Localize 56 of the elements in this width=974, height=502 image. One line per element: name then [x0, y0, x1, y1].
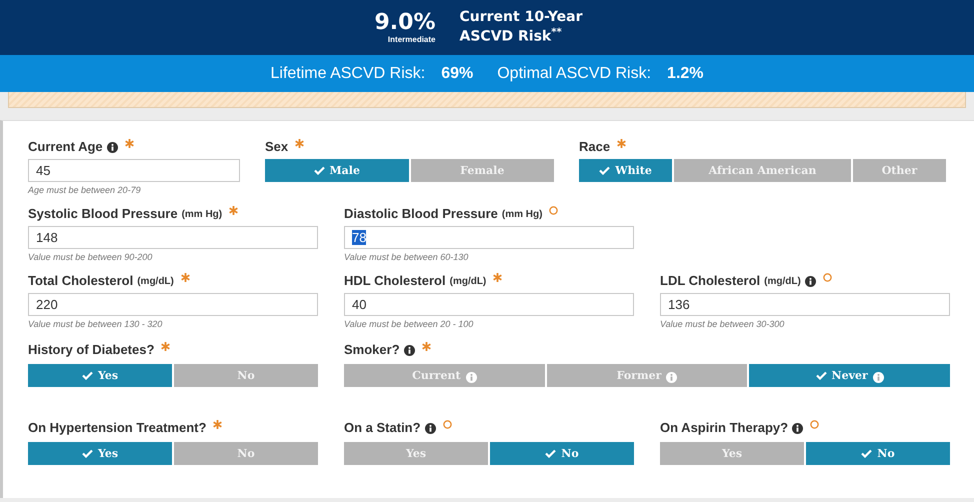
unit-label: (mg/dL): [764, 276, 801, 287]
option-button[interactable]: No: [806, 442, 950, 465]
field-label: Systolic Blood Pressure: [28, 206, 178, 221]
hint-text: Age must be between 20-79: [28, 185, 142, 195]
summary-value: 1.2%: [667, 64, 704, 82]
unit-label: (mg/dL): [137, 276, 174, 287]
info-icon[interactable]: [404, 345, 415, 356]
risk-category: Intermediate: [388, 35, 436, 44]
hint-text: Value must be between 20 - 100: [344, 319, 474, 329]
input-field[interactable]: 78: [344, 226, 634, 249]
field-label: Race: [579, 139, 610, 154]
option-button[interactable]: Yes: [28, 364, 172, 387]
check-icon: [816, 371, 827, 380]
unit-label: (mg/dL): [450, 276, 486, 287]
unit-label: (mm Hg): [502, 209, 542, 220]
option-button[interactable]: No: [490, 442, 634, 465]
summary-label: Optimal ASCVD Risk:: [497, 64, 652, 82]
check-icon: [861, 449, 872, 458]
field-label: Current Age: [28, 139, 103, 154]
info-icon[interactable]: [804, 276, 816, 287]
hint-text: Value must be between 90-200: [28, 252, 154, 262]
info-icon[interactable]: [424, 423, 436, 434]
unit-label: (mm Hg): [182, 209, 222, 220]
field-label: History of Diabetes?: [28, 342, 154, 357]
field-label: Total Cholesterol: [28, 273, 134, 288]
check-icon: [314, 166, 324, 175]
summary-value: 69%: [441, 64, 474, 82]
hint-text: Value must be between 130 - 320: [28, 319, 164, 329]
hint-text: Value must be between 60-130: [344, 252, 470, 262]
field-label: Smoker?: [344, 342, 400, 357]
input-field[interactable]: 220: [28, 293, 318, 316]
hint-text: Value must be between 30-300: [660, 319, 786, 329]
info-icon[interactable]: [792, 423, 804, 434]
input-field[interactable]: 136: [660, 293, 950, 316]
field-label: On Aspirin Therapy?: [660, 420, 788, 435]
risk-title: Current 10-Year ASCVD Risk$^{**}$: [460, 10, 584, 45]
option-button[interactable]: White: [579, 159, 672, 182]
field-label: On Hypertension Treatment?: [28, 420, 206, 435]
input-field[interactable]: 40: [344, 293, 634, 316]
field-label: HDL Cholesterol: [344, 273, 446, 288]
option-button[interactable]: Yes: [28, 442, 172, 465]
check-icon: [545, 449, 556, 458]
check-icon: [82, 371, 93, 380]
field-label: Sex: [265, 139, 288, 154]
field-label: On a Statin?: [344, 420, 421, 435]
input-field[interactable]: 148: [28, 226, 318, 249]
field-label: Diastolic Blood Pressure: [344, 206, 498, 221]
option-button[interactable]: Male: [265, 159, 408, 182]
field-label: LDL Cholesterol: [660, 273, 760, 288]
input-field[interactable]: 45: [28, 159, 240, 182]
check-icon: [82, 449, 93, 458]
info-icon[interactable]: [106, 142, 118, 153]
summary-label: Lifetime ASCVD Risk:: [270, 64, 426, 82]
risk-value: 9.0%: [374, 11, 436, 35]
option-button[interactable]: Never: [749, 364, 950, 387]
check-icon: [599, 166, 610, 175]
